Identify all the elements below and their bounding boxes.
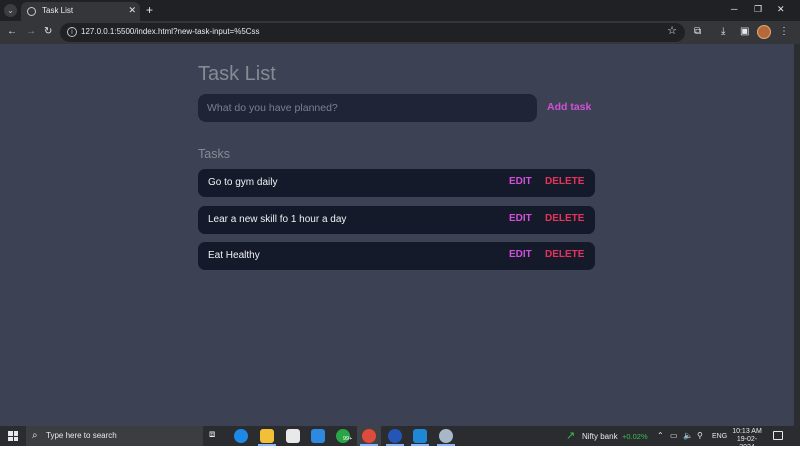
page-content: Task List Add task Tasks Go to gym daily… [0, 44, 794, 426]
delete-task-button[interactable]: DELETE [545, 176, 584, 187]
close-tab-icon[interactable]: ✕ [128, 5, 136, 16]
task-item: Eat Healthy EDIT DELETE [198, 242, 595, 270]
widget-change: +0.02% [622, 432, 648, 441]
new-task-input[interactable] [198, 94, 537, 122]
taskbar-search-box[interactable]: ⌕ Type here to search [26, 426, 203, 446]
browser-toolbar: ← → ↻ i 127.0.0.1:5500/index.html?new-ta… [0, 21, 800, 44]
screen-bottom-strip [0, 446, 800, 456]
chrome-icon[interactable] [362, 429, 376, 443]
widget-label[interactable]: Nifty bank [582, 432, 618, 441]
whatsapp-badge: 99+ [343, 436, 353, 442]
task-text: Go to gym daily [208, 177, 278, 188]
task-text: Lear a new skill fo 1 hour a day [208, 213, 347, 225]
minimize-button[interactable]: ─ [731, 3, 737, 15]
back-button[interactable]: ← [7, 26, 17, 38]
reload-button[interactable]: ↻ [44, 26, 52, 38]
notification-icon[interactable] [773, 431, 783, 440]
windows-taskbar: ⌕ Type here to search ⧈ 99+ ↗ Nifty bank… [0, 426, 800, 451]
profile-avatar[interactable] [757, 25, 771, 39]
edit-task-button[interactable]: EDIT [509, 249, 532, 260]
task-item: Lear a new skill fo 1 hour a day EDIT DE… [198, 205, 595, 234]
volume-icon[interactable]: 🔈 [683, 431, 693, 441]
windows-start-icon[interactable] [8, 431, 18, 441]
forward-button[interactable]: → [26, 26, 36, 38]
side-panel-icon[interactable]: ▣ [740, 26, 749, 38]
address-bar[interactable]: i 127.0.0.1:5500/index.html?new-task-inp… [60, 23, 685, 42]
bookmark-star-icon[interactable]: ☆ [667, 25, 677, 38]
task-text: Eat Healthy [208, 250, 260, 261]
page-title: Task List [198, 63, 276, 85]
browser-tab-bar: ⌄ Task List ✕ + ─ ❐ ✕ [0, 0, 800, 21]
battery-icon[interactable]: ▭ [670, 431, 678, 441]
file-explorer-icon[interactable] [260, 429, 274, 443]
site-info-icon[interactable]: i [67, 27, 77, 37]
menu-icon[interactable]: ⋮ [779, 26, 789, 38]
tasks-section-title: Tasks [198, 147, 230, 161]
edit-task-button[interactable]: EDIT [509, 213, 532, 224]
edit-task-button[interactable]: EDIT [509, 176, 532, 187]
delete-task-button[interactable]: DELETE [545, 213, 584, 224]
delete-task-button[interactable]: DELETE [545, 249, 584, 260]
taskbar-search-placeholder: Type here to search [46, 431, 117, 440]
clock-time: 10:13 AM [732, 428, 762, 435]
globe-icon [27, 7, 36, 16]
task-item: Go to gym daily EDIT DELETE [198, 169, 595, 197]
app-icon[interactable] [388, 429, 402, 443]
add-task-button[interactable]: Add task [547, 101, 591, 113]
new-tab-button[interactable]: + [146, 3, 153, 17]
chevron-up-icon[interactable]: ⌃ [657, 431, 664, 441]
close-window-button[interactable]: ✕ [777, 3, 785, 15]
store-icon[interactable] [286, 429, 300, 443]
browser-tab[interactable]: Task List ✕ [21, 2, 140, 21]
mail-icon[interactable] [311, 429, 325, 443]
url-text: 127.0.0.1:5500/index.html?new-task-input… [81, 27, 260, 36]
extensions-icon[interactable]: ⧉ [694, 26, 701, 38]
search-icon: ⌕ [32, 430, 38, 441]
network-icon[interactable]: ⚲ [697, 431, 703, 441]
download-icon[interactable]: ⤓ [721, 26, 725, 38]
page-scrollbar[interactable] [794, 44, 800, 426]
edge-icon[interactable] [234, 429, 248, 443]
app-icon[interactable] [439, 429, 453, 443]
vscode-icon[interactable] [413, 429, 427, 443]
task-view-icon[interactable]: ⧈ [209, 430, 215, 440]
tab-title: Task List [42, 6, 74, 15]
language-indicator[interactable]: ENG [712, 432, 727, 442]
task-list: Go to gym daily EDIT DELETE Lear a new s… [198, 169, 595, 279]
restore-button[interactable]: ❐ [754, 3, 762, 15]
tab-search-button[interactable]: ⌄ [4, 4, 17, 17]
stock-chart-icon: ↗ [566, 430, 576, 442]
